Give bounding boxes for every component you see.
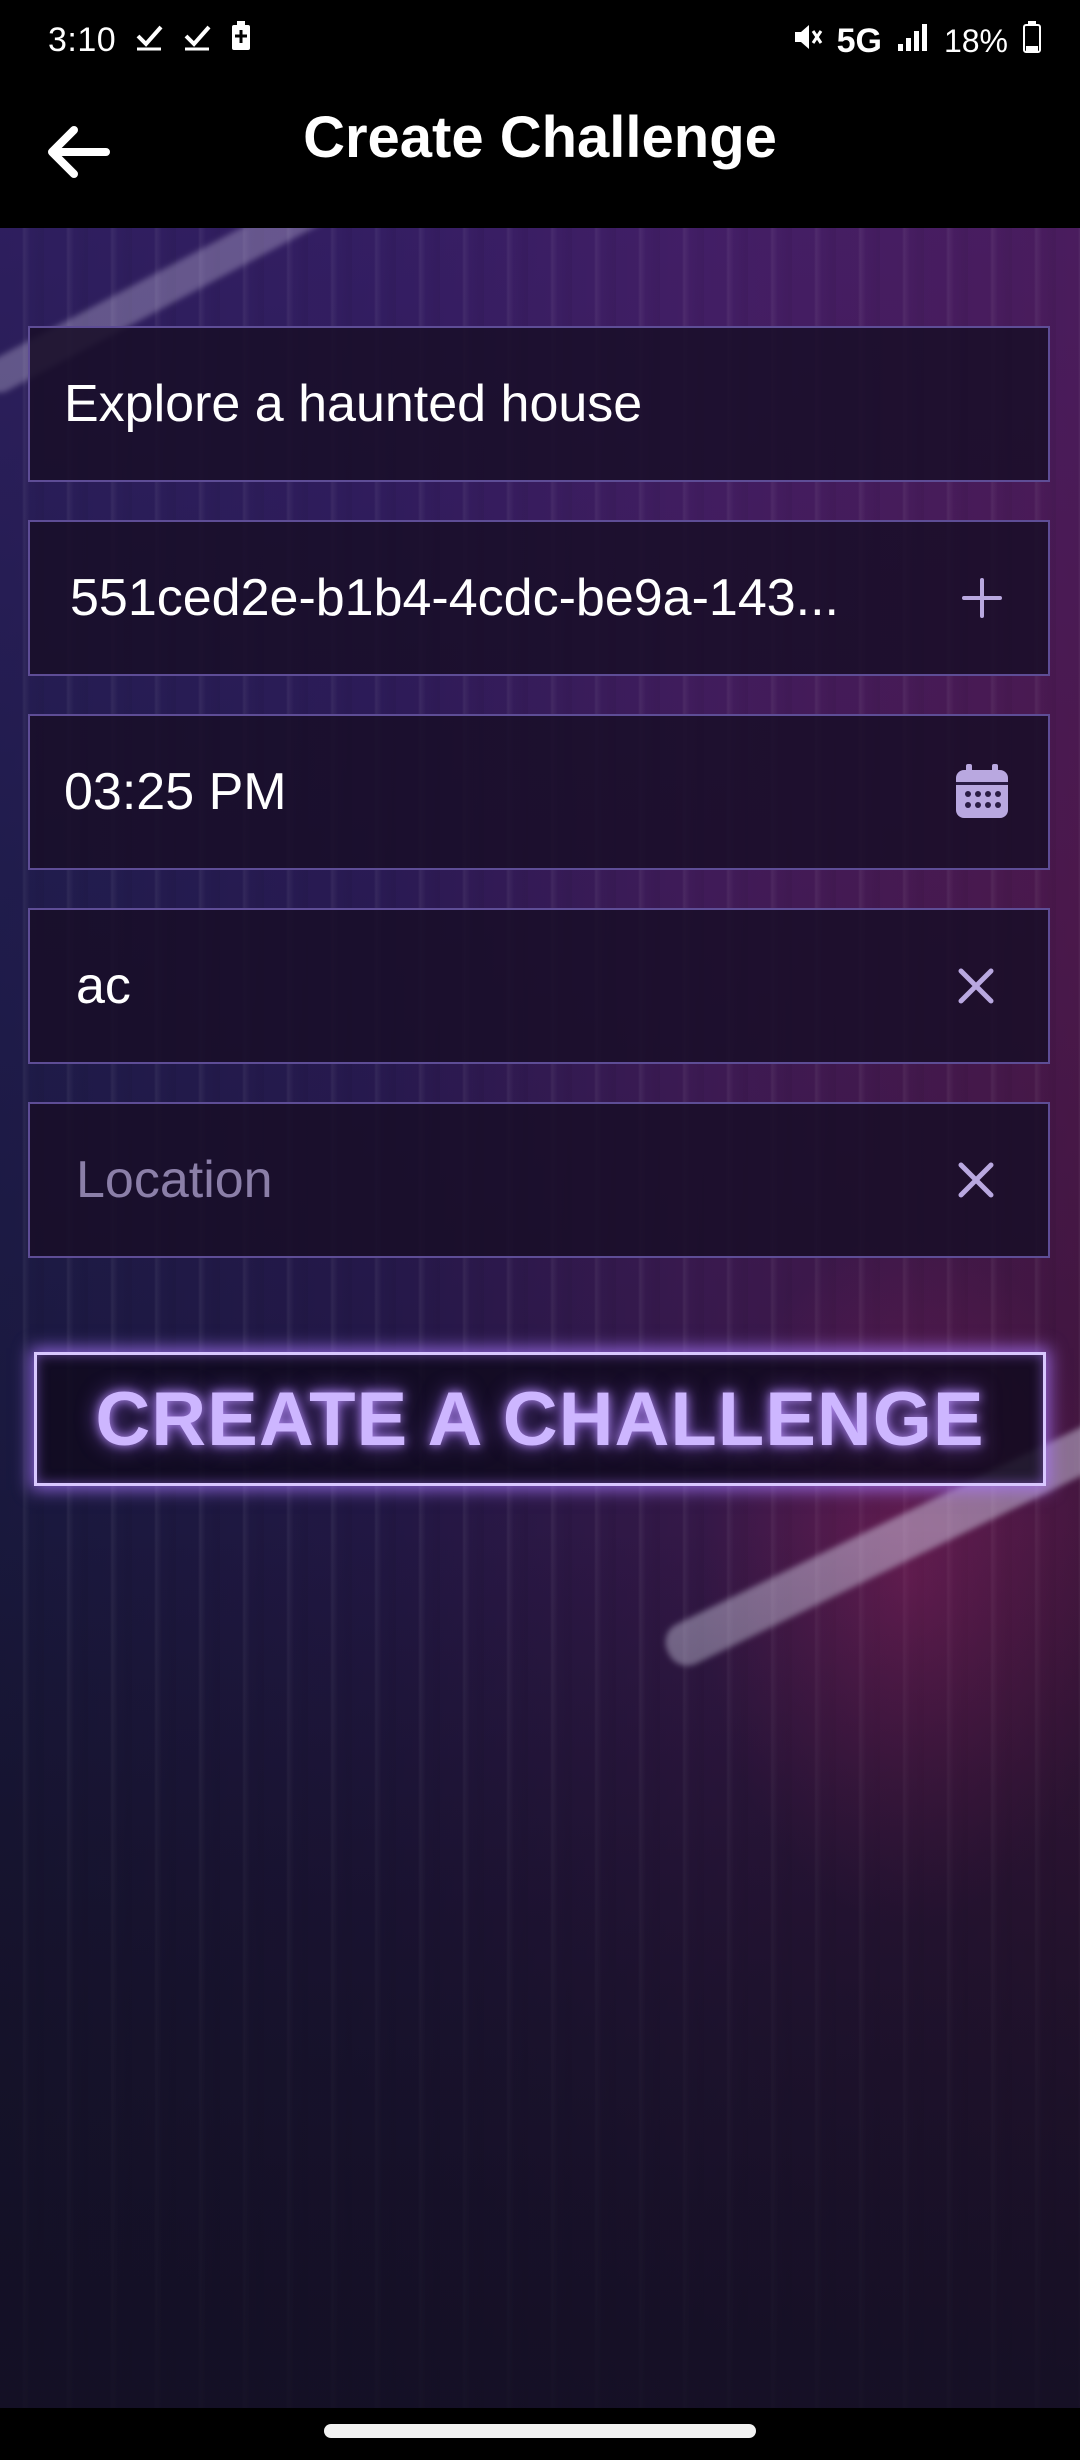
time-field[interactable]: 03:25 PM bbox=[28, 714, 1050, 870]
challenge-name-value: Explore a haunted house bbox=[64, 375, 643, 433]
battery-icon bbox=[1022, 20, 1042, 63]
time-value: 03:25 PM bbox=[64, 763, 287, 821]
create-challenge-button[interactable]: CREATE A CHALLENGE bbox=[34, 1352, 1046, 1486]
participant-field[interactable]: 551ced2e-b1b4-4cdc-be9a-143... bbox=[28, 520, 1050, 676]
location-placeholder: Location bbox=[76, 1151, 273, 1209]
status-time: 3:10 bbox=[48, 21, 117, 59]
battery-percent: 18% bbox=[943, 23, 1008, 59]
calendar-icon[interactable] bbox=[950, 760, 1014, 824]
navigation-bar bbox=[0, 2408, 1080, 2460]
plus-icon[interactable] bbox=[950, 566, 1014, 630]
check-icon bbox=[182, 21, 212, 60]
check-icon bbox=[134, 21, 164, 60]
status-left: 3:10 bbox=[48, 20, 252, 61]
battery-saver-icon bbox=[230, 20, 252, 61]
screen: 3:10 5G 18% Create Challenge Explore a h… bbox=[0, 0, 1080, 2460]
participant-value: 551ced2e-b1b4-4cdc-be9a-143... bbox=[70, 569, 840, 627]
status-right: 5G 18% bbox=[791, 20, 1042, 63]
close-icon[interactable] bbox=[944, 954, 1008, 1018]
home-indicator[interactable] bbox=[324, 2424, 756, 2438]
location-field[interactable]: Location bbox=[28, 1102, 1050, 1258]
arrow-left-icon bbox=[44, 122, 112, 187]
back-button[interactable] bbox=[40, 116, 116, 192]
app-bar: Create Challenge bbox=[0, 80, 1080, 228]
close-icon[interactable] bbox=[944, 1148, 1008, 1212]
mute-icon bbox=[791, 21, 823, 62]
category-value: ac bbox=[76, 957, 131, 1015]
network-type: 5G bbox=[836, 22, 882, 60]
create-challenge-label: CREATE A CHALLENGE bbox=[95, 1376, 985, 1462]
category-field[interactable]: ac bbox=[28, 908, 1050, 1064]
signal-icon bbox=[896, 22, 930, 61]
status-bar: 3:10 5G 18% bbox=[0, 0, 1080, 80]
bottom-fade bbox=[0, 1528, 1080, 2408]
page-title: Create Challenge bbox=[303, 105, 777, 170]
challenge-name-field[interactable]: Explore a haunted house bbox=[28, 326, 1050, 482]
